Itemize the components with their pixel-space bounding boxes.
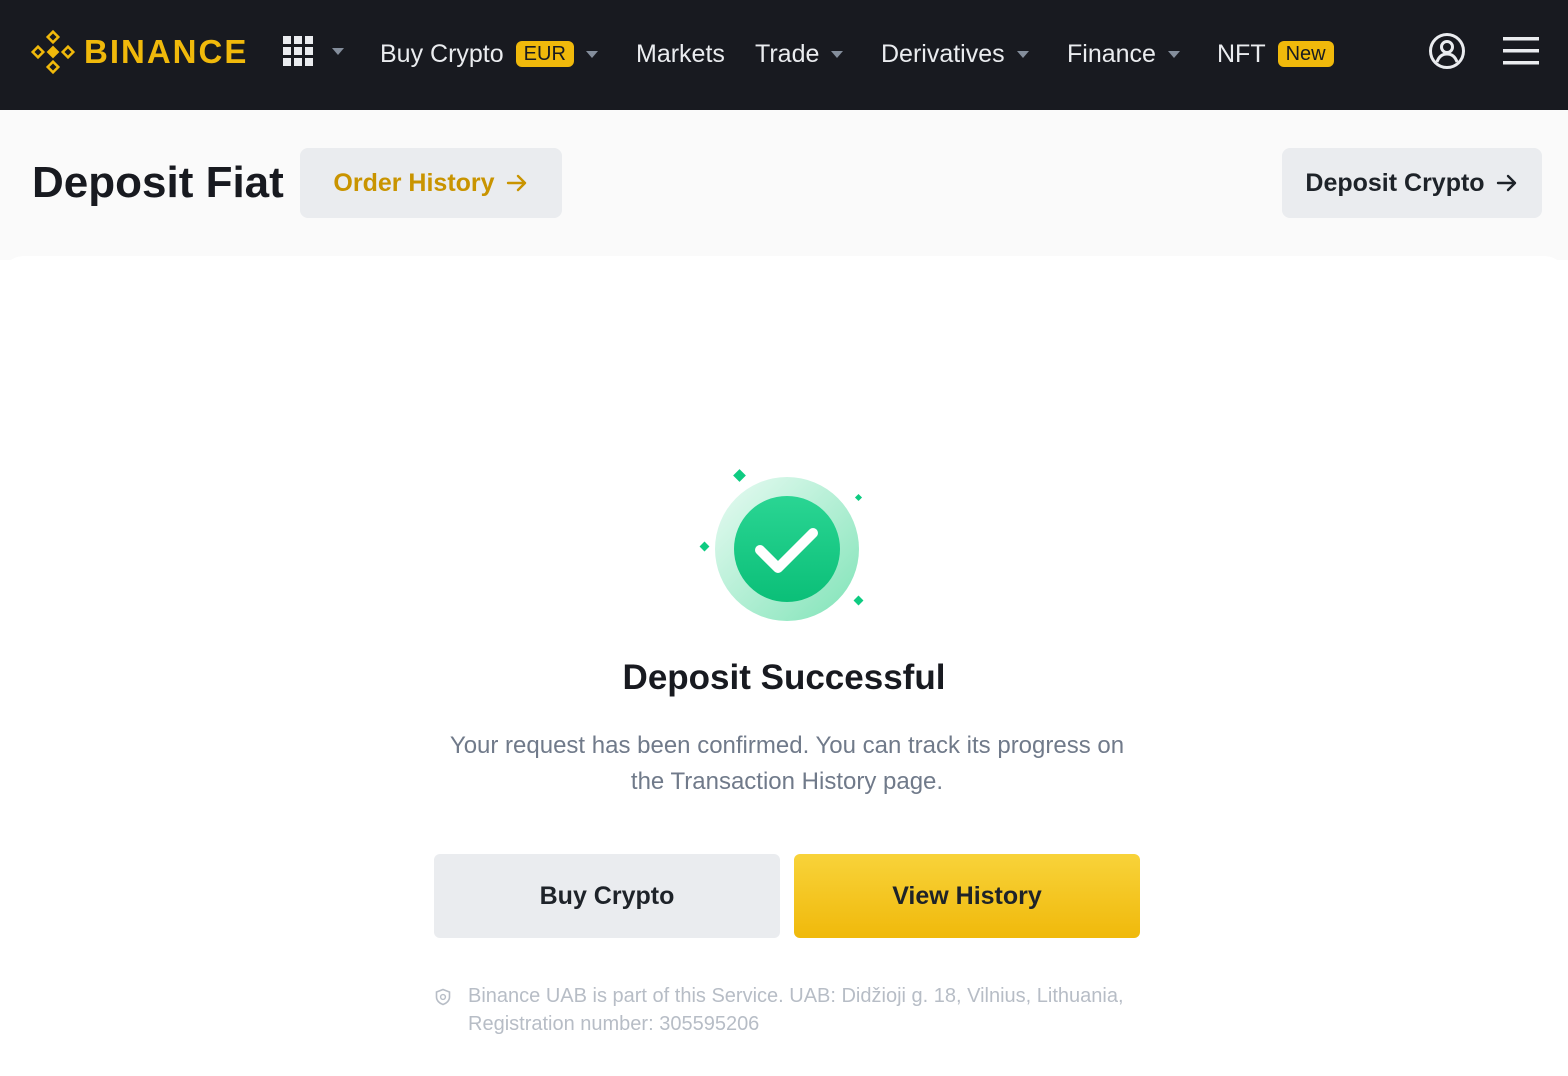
- new-badge: New: [1277, 41, 1334, 67]
- nav-nft-label: NFT: [1217, 39, 1266, 68]
- chevron-down-icon: [831, 50, 844, 58]
- deposit-crypto-button[interactable]: Deposit Crypto: [1282, 148, 1542, 218]
- nav-markets[interactable]: Markets: [636, 34, 725, 74]
- buy-crypto-button[interactable]: Buy Crypto: [434, 854, 780, 938]
- chevron-down-icon: [585, 50, 598, 58]
- success-description: Your request has been confirmed. You can…: [449, 732, 1125, 795]
- binance-logo-icon: [30, 29, 76, 75]
- page-title: Deposit Fiat: [32, 158, 284, 207]
- view-history-label: View History: [892, 881, 1042, 910]
- legal-note-text: Binance UAB is part of this Service. UAB…: [468, 985, 1124, 1035]
- buy-crypto-label: Buy Crypto: [539, 881, 675, 910]
- shield-icon: [435, 988, 451, 1006]
- page-header: Deposit Fiat Order History Deposit Crypt…: [0, 110, 1568, 260]
- user-icon: [1429, 33, 1465, 69]
- success-title: Deposit Successful: [622, 658, 946, 697]
- chevron-down-icon: [1167, 50, 1180, 58]
- arrow-right-icon: [505, 171, 529, 195]
- nav-finance-label: Finance: [1067, 39, 1156, 68]
- nav-trade-label: Trade: [755, 39, 820, 68]
- nav-derivatives[interactable]: Derivatives: [881, 34, 1029, 74]
- nav-trade[interactable]: Trade: [755, 34, 844, 74]
- success-check-icon: [690, 461, 880, 631]
- nav-nft[interactable]: NFT New: [1217, 34, 1334, 74]
- deposit-crypto-label: Deposit Crypto: [1305, 168, 1485, 197]
- nav-buy-crypto-label: Buy Crypto: [380, 39, 504, 68]
- legal-note: Binance UAB is part of this Service. UAB…: [434, 982, 1134, 1038]
- order-history-label: Order History: [333, 168, 495, 197]
- chevron-down-icon: [332, 47, 344, 55]
- top-navigation: BINANCE Buy Crypto EUR Markets Trade Der…: [0, 0, 1568, 110]
- nav-buy-crypto[interactable]: Buy Crypto EUR: [380, 34, 598, 74]
- nav-finance[interactable]: Finance: [1067, 34, 1180, 74]
- arrow-right-icon: [1495, 171, 1519, 195]
- hamburger-menu-icon: [1503, 37, 1539, 65]
- nav-derivatives-label: Derivatives: [881, 39, 1005, 68]
- binance-logo[interactable]: BINANCE: [30, 28, 248, 76]
- user-account-button[interactable]: [1428, 32, 1466, 75]
- order-history-button[interactable]: Order History: [300, 148, 562, 218]
- chevron-down-icon: [1016, 50, 1029, 58]
- grid-icon: [283, 36, 313, 66]
- apps-menu[interactable]: [282, 35, 344, 67]
- view-history-button[interactable]: View History: [794, 854, 1140, 938]
- currency-badge: EUR: [515, 41, 574, 67]
- hamburger-menu-button[interactable]: [1502, 34, 1540, 73]
- nav-markets-label: Markets: [636, 39, 725, 68]
- deposit-result-card: Deposit Successful Your request has been…: [0, 256, 1568, 1076]
- nav-right-actions: [1428, 32, 1540, 75]
- brand-name: BINANCE: [84, 33, 249, 70]
